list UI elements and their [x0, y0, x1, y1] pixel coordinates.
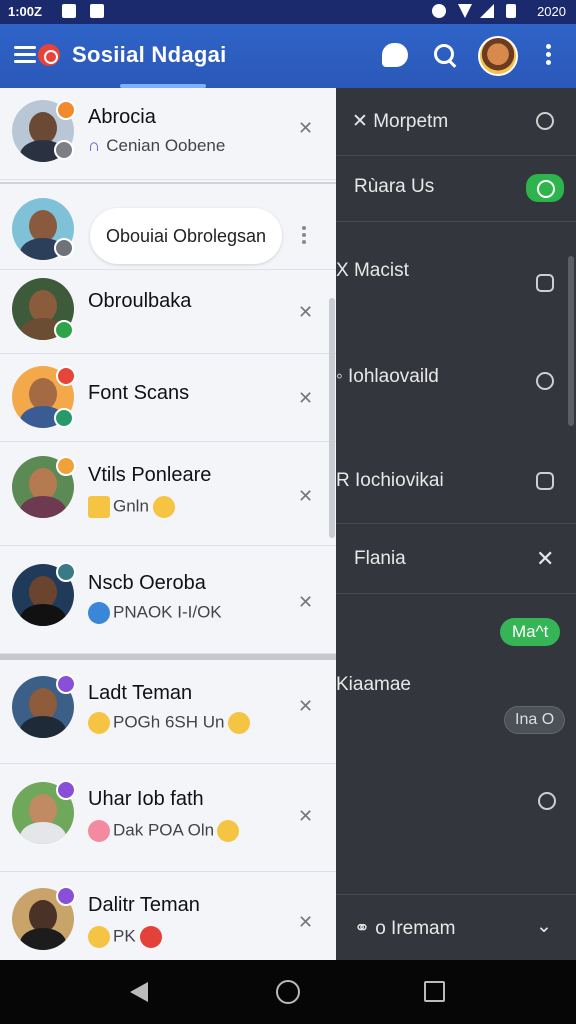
signal-icon: [480, 4, 494, 18]
status-icon: [56, 886, 76, 906]
contact-name: Obroulbaka: [88, 290, 192, 312]
panel-item[interactable]: ✕ Morpetm: [336, 88, 576, 156]
panel-item[interactable]: ⚭ o Iremam ⌄: [336, 894, 576, 960]
close-icon[interactable]: ✕: [298, 302, 313, 323]
panel-item-label: R Iochiovikai: [336, 470, 444, 491]
person-icon[interactable]: [538, 792, 556, 810]
contact-name: Uhar Iob fath: [88, 788, 204, 810]
close-icon[interactable]: ✕: [298, 388, 313, 409]
status-bar: 1:00Z 2020: [0, 0, 576, 24]
chevron-down-icon[interactable]: ⌄: [536, 915, 552, 938]
contact-item[interactable]: Dalitr Teman PK ✕: [0, 872, 336, 960]
count-chip[interactable]: Ina O: [504, 706, 566, 734]
notification-badge-icon: [38, 44, 60, 66]
contact-name: Dalitr Teman: [88, 894, 200, 916]
close-icon[interactable]: ✕: [298, 806, 313, 827]
side-panel: ✕ Morpetm Rùara Us X Macist ◦ Iohlaovail…: [336, 88, 576, 960]
contact-item[interactable]: Uhar Iob fath Dak POA Oln ✕: [0, 764, 336, 872]
status-icon: [56, 780, 76, 800]
status-icon: [54, 238, 74, 258]
recent-apps-icon[interactable]: [424, 981, 445, 1002]
contact-name: Vtils Ponleare: [88, 464, 212, 486]
contact-item[interactable]: Abrocia ∩ Cenian Oobene ✕: [0, 88, 336, 180]
contact-item[interactable]: Vtils Ponleare Gnln ✕: [0, 442, 336, 546]
contact-name: Nscb Oeroba: [88, 572, 206, 594]
back-icon[interactable]: [130, 982, 148, 1002]
menu-icon[interactable]: [14, 46, 36, 64]
screenshot-icon: [90, 4, 104, 18]
panel-item-label: ⚭ o Iremam: [354, 918, 456, 939]
notification-icon: [62, 4, 76, 18]
status-time: 1:00Z: [8, 4, 42, 19]
message-icon[interactable]: [536, 274, 554, 292]
panel-scrollbar[interactable]: [568, 256, 574, 426]
home-icon[interactable]: [276, 980, 300, 1004]
edit-icon[interactable]: [536, 472, 554, 490]
contact-subtitle: PK: [88, 926, 165, 948]
panel-item-label: Flania: [354, 548, 406, 569]
panel-item[interactable]: X Macist: [336, 222, 576, 314]
contact-item[interactable]: Obouiai Obrolegsan: [0, 182, 336, 270]
alarm-icon: [432, 4, 446, 18]
status-icon: [54, 408, 74, 428]
close-icon[interactable]: ✕: [298, 592, 313, 613]
edit-icon[interactable]: [536, 112, 554, 130]
app-title: Sosiial Ndagai: [72, 42, 227, 67]
close-icon[interactable]: ✕: [298, 912, 313, 933]
contact-name: Font Scans: [88, 382, 190, 404]
wifi-icon: [458, 4, 472, 18]
contact-item[interactable]: Obroulbaka ✕: [0, 270, 336, 354]
clock-icon[interactable]: [536, 372, 554, 390]
chat-icon[interactable]: [382, 43, 408, 67]
contact-subtitle: Dak POA Oln: [88, 820, 242, 842]
close-icon[interactable]: ✕: [298, 486, 313, 507]
contact-item[interactable]: Font Scans ✕: [0, 354, 336, 442]
contact-name: Ladt Teman: [88, 682, 193, 704]
status-icon: [56, 366, 76, 386]
contact-item[interactable]: Nscb Oeroba PNAOK I-I/OK ✕: [0, 546, 336, 654]
status-icon: [56, 456, 76, 476]
more-options-icon[interactable]: [302, 226, 306, 247]
profile-avatar[interactable]: [478, 36, 518, 76]
panel-item-label: Kiaamae: [336, 674, 411, 695]
panel-item-label: ✕ Morpetm: [352, 111, 449, 132]
status-icon: [56, 674, 76, 694]
contact-subtitle: Gnln: [88, 496, 178, 518]
status-icon: [54, 140, 74, 160]
panel-item-label: X Macist: [336, 260, 409, 281]
list-scrollbar[interactable]: [329, 298, 335, 538]
status-icon: [56, 562, 76, 582]
status-chip[interactable]: Ma^t: [500, 618, 561, 646]
message-bubble[interactable]: Obouiai Obrolegsan: [90, 208, 282, 264]
contact-subtitle: POGh 6SH Un: [88, 712, 253, 734]
panel-item[interactable]: Flania ✕: [336, 524, 576, 594]
panel-item[interactable]: ◦ Iohlaovaild: [336, 314, 576, 424]
status-icon: [54, 320, 74, 340]
contact-subtitle: PNAOK I-I/OK: [88, 602, 222, 624]
close-icon[interactable]: ✕: [536, 546, 554, 572]
panel-item-label: ◦ Iohlaovaild: [336, 366, 439, 387]
status-clock: 2020: [537, 4, 566, 19]
status-icon: [56, 100, 76, 120]
panel-item[interactable]: R Iochiovikai: [336, 424, 576, 524]
contact-subtitle: ∩ Cenian Oobene: [88, 136, 226, 155]
search-icon[interactable]: [432, 42, 458, 68]
app-bar: Sosiial Ndagai: [0, 24, 576, 88]
contact-name: Abrocia: [88, 106, 156, 128]
close-icon[interactable]: ✕: [298, 118, 313, 139]
overflow-menu-icon[interactable]: [544, 44, 552, 68]
contact-item[interactable]: Ladt Teman POGh 6SH Un ✕: [0, 660, 336, 764]
battery-icon: [506, 4, 516, 18]
panel-item[interactable]: Rùara Us: [336, 156, 576, 222]
contact-list: Abrocia ∩ Cenian Oobene ✕ Obouiai Obroleg…: [0, 88, 336, 960]
system-nav-bar: [0, 960, 576, 1024]
verified-badge-icon: [526, 174, 564, 202]
panel-item-label: Rùara Us: [354, 176, 435, 197]
close-icon[interactable]: ✕: [298, 696, 313, 717]
